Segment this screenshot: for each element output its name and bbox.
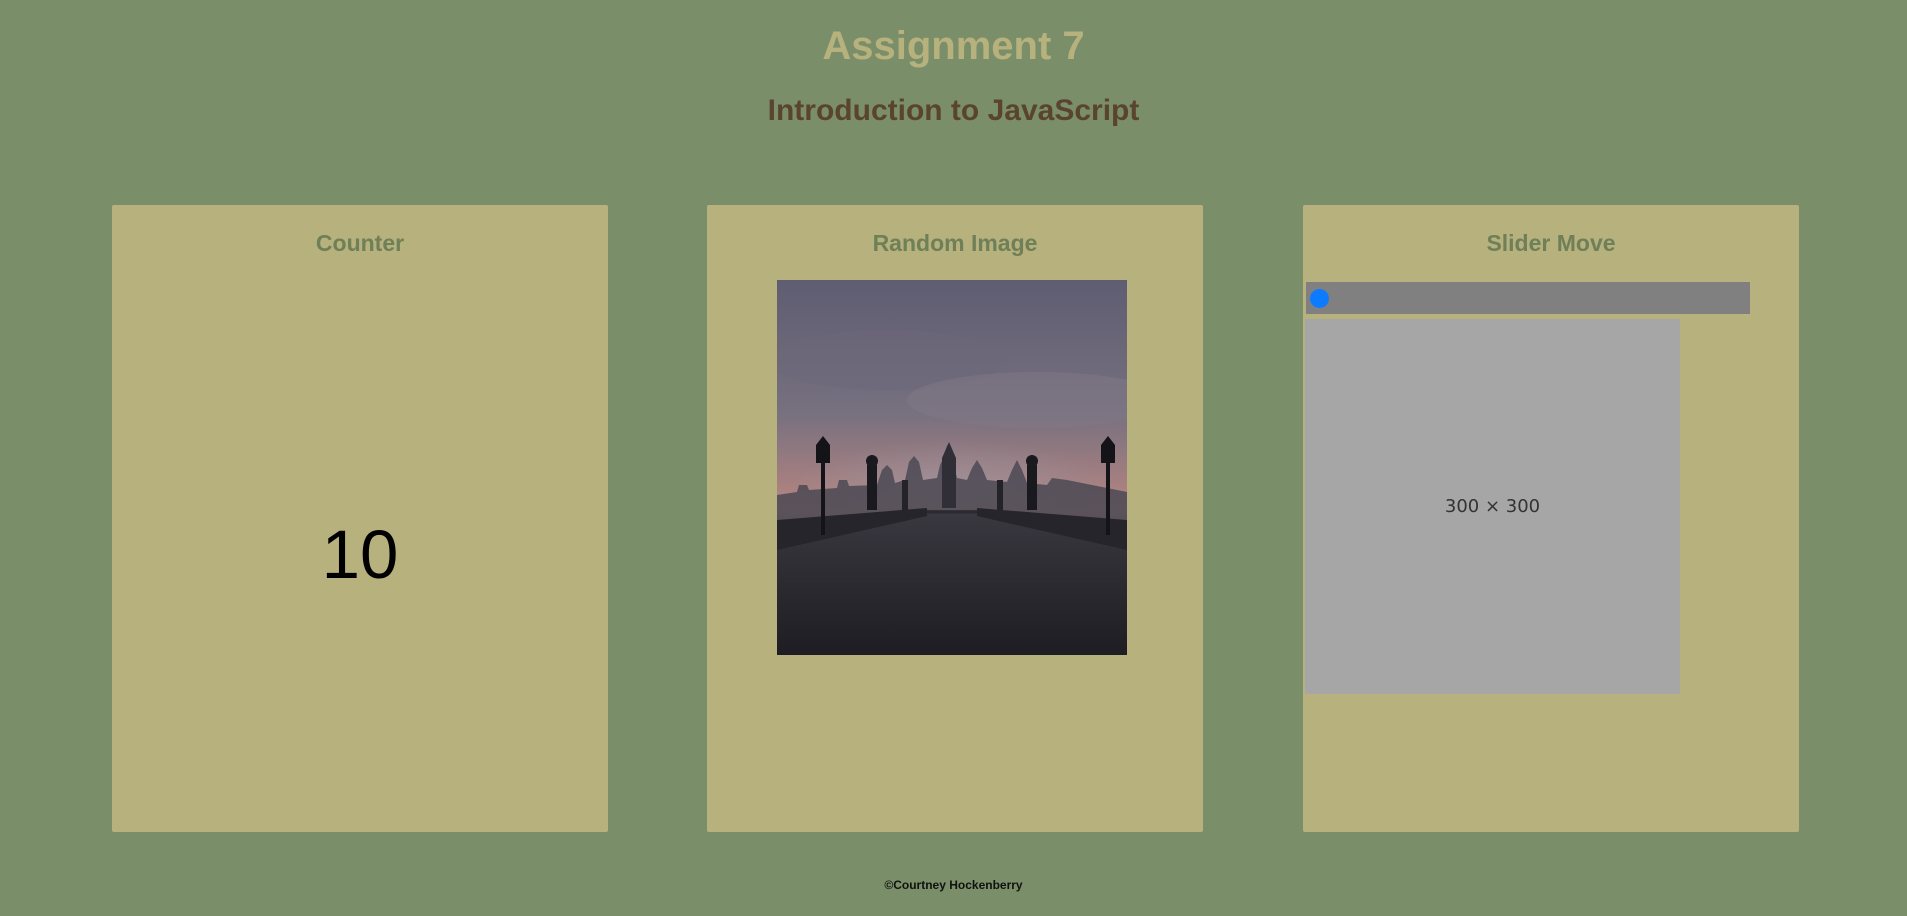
random-image-card: Random Image	[707, 205, 1203, 832]
random-image-card-title: Random Image	[872, 230, 1038, 256]
footer-copyright: ©Courtney Hockenberry	[884, 878, 1023, 892]
slider-thumb[interactable]	[1310, 289, 1329, 308]
counter-card: Counter 10	[112, 205, 608, 832]
counter-card-title: Counter	[315, 230, 405, 256]
counter-value: 10	[321, 516, 399, 593]
slider-track[interactable]	[1306, 282, 1750, 314]
random-image	[777, 280, 1127, 655]
bridge-photo	[777, 280, 1127, 655]
page: Assignment 7 Introduction to JavaScript …	[0, 0, 1907, 916]
slider-card: Slider Move 300 × 300	[1303, 205, 1799, 832]
placeholder-image: 300 × 300	[1305, 319, 1680, 694]
slider-card-title: Slider Move	[1486, 230, 1616, 256]
page-title: Assignment 7	[822, 24, 1085, 68]
page-subtitle: Introduction to JavaScript	[767, 94, 1140, 127]
placeholder-label: 300 × 300	[1444, 496, 1541, 517]
